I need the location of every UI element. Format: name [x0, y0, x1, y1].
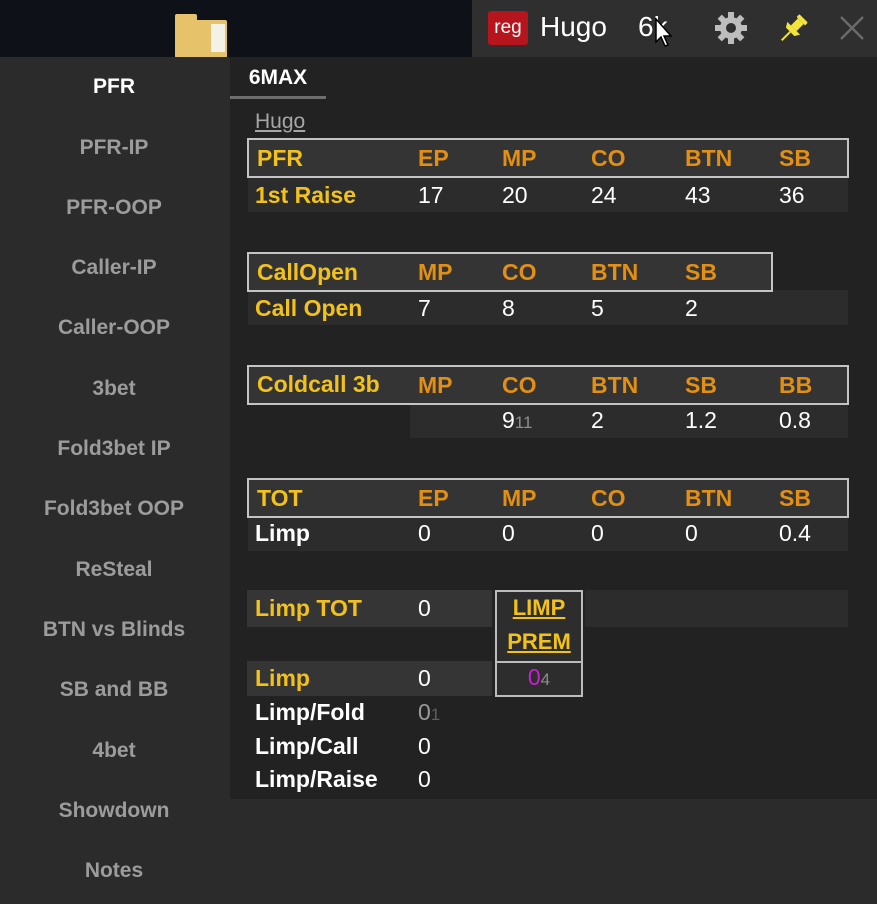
coldcall-co-sample: 11	[514, 413, 533, 432]
callopen-value: 7	[418, 295, 431, 321]
tab-6max[interactable]: 6MAX	[230, 63, 326, 99]
tot-header: EP	[418, 485, 449, 511]
callopen-title: CallOpen	[257, 259, 358, 285]
pfr-header: BTN	[685, 145, 733, 171]
coldcall-header: BB	[779, 372, 813, 398]
callopen-value: 8	[502, 295, 515, 321]
limp-prem-box: LIMP PREM 04	[495, 590, 583, 697]
folder-icon[interactable]	[175, 14, 227, 58]
pfr-value: 43	[685, 182, 711, 208]
limp-prem-sample: 4	[540, 670, 551, 689]
tot-value: 0	[502, 520, 515, 546]
limp-tot-stripe	[585, 590, 848, 627]
limp-call-label: Limp/Call	[255, 733, 359, 759]
tot-header-box	[247, 478, 849, 518]
sidebar-item-fold3bet-ip[interactable]: Fold3bet IP	[0, 437, 228, 461]
pfr-header: MP	[502, 145, 537, 171]
callopen-value: 2	[685, 295, 698, 321]
tot-header: BTN	[685, 485, 733, 511]
coldcall-value: 1.2	[685, 407, 717, 433]
callopen-header: CO	[502, 259, 537, 285]
sidebar-item-btn-vs-blinds[interactable]: BTN vs Blinds	[0, 618, 228, 642]
tot-title: TOT	[257, 485, 303, 511]
sidebar-item-resteal[interactable]: ReSteal	[0, 558, 228, 582]
sidebar-item-sb-and-bb[interactable]: SB and BB	[0, 678, 228, 702]
close-icon[interactable]	[837, 13, 867, 43]
pfr-header: EP	[418, 145, 449, 171]
reg-badge: reg	[488, 11, 528, 45]
coldcall-header: BTN	[591, 372, 639, 398]
pfr-value: 17	[418, 182, 444, 208]
coldcall-value: 0.8	[779, 407, 811, 433]
sidebar-item-pfr-oop[interactable]: PFR-OOP	[0, 196, 228, 220]
cursor-icon	[655, 18, 673, 47]
limp-prem-line1: LIMP	[512, 595, 566, 620]
limp-prem-divider	[497, 661, 581, 663]
callopen-header: SB	[685, 259, 717, 285]
limp-prem-value-cell: 04	[497, 664, 581, 691]
player-link[interactable]: Hugo	[255, 110, 305, 134]
sidebar-item-caller-ip[interactable]: Caller-IP	[0, 256, 228, 280]
tot-value: 0	[591, 520, 604, 546]
limp-fold-value: 0	[418, 699, 431, 725]
callopen-header: BTN	[591, 259, 639, 285]
sidebar: PFR PFR-IP PFR-OOP Caller-IP Caller-OOP …	[0, 57, 228, 904]
sidebar-item-notes[interactable]: Notes	[0, 859, 228, 883]
callopen-value: 5	[591, 295, 604, 321]
pfr-value: 36	[779, 182, 805, 208]
coldcall-header: SB	[685, 372, 717, 398]
player-name: Hugo	[540, 11, 607, 42]
limp-prem-line2: PREM	[507, 629, 571, 654]
pin-icon[interactable]	[775, 11, 811, 47]
limp-tot-label: Limp TOT	[255, 595, 362, 621]
limp-fold-sample: 1	[430, 705, 441, 724]
hud-header: reg Hugo 6k	[472, 0, 877, 57]
pfr-title: PFR	[257, 145, 303, 171]
tot-header: CO	[591, 485, 626, 511]
sidebar-item-pfr-ip[interactable]: PFR-IP	[0, 136, 228, 160]
tot-value: 0	[685, 520, 698, 546]
sidebar-item-showdown[interactable]: Showdown	[0, 799, 228, 823]
pfr-header: SB	[779, 145, 811, 171]
limp-prem-value: 0	[527, 664, 541, 690]
pfr-row-label: 1st Raise	[255, 182, 357, 208]
tot-value: 0.4	[779, 520, 811, 546]
pfr-header: CO	[591, 145, 626, 171]
sidebar-item-3bet[interactable]: 3bet	[0, 377, 228, 401]
pfr-value: 24	[591, 182, 617, 208]
limp-label: Limp	[255, 665, 310, 691]
limp-raise-label: Limp/Raise	[255, 766, 378, 792]
coldcall-co-value: 9	[502, 407, 515, 433]
sidebar-item-fold3bet-oop[interactable]: Fold3bet OOP	[0, 497, 228, 521]
tot-row-bg	[248, 516, 848, 551]
tot-value: 0	[418, 520, 431, 546]
limp-fold-label: Limp/Fold	[255, 699, 365, 725]
limp-tot-value: 0	[418, 595, 431, 621]
pfr-value: 20	[502, 182, 528, 208]
sidebar-item-pfr[interactable]: PFR	[0, 75, 228, 99]
limp-call-value: 0	[418, 733, 431, 759]
coldcall-title: Coldcall 3b	[257, 371, 380, 397]
tot-header: SB	[779, 485, 811, 511]
tot-row-label: Limp	[255, 520, 310, 546]
coldcall-value: 2	[591, 407, 604, 433]
limp-value: 0	[418, 665, 431, 691]
tot-header: MP	[502, 485, 537, 511]
sidebar-item-4bet[interactable]: 4bet	[0, 739, 228, 763]
coldcall-co-cell: 911	[502, 407, 532, 434]
sidebar-item-caller-oop[interactable]: Caller-OOP	[0, 316, 228, 340]
limp-raise-value: 0	[418, 766, 431, 792]
coldcall-header: MP	[418, 372, 453, 398]
coldcall-header: CO	[502, 372, 537, 398]
callopen-header: MP	[418, 259, 453, 285]
gear-icon[interactable]	[714, 11, 748, 45]
limp-fold-cell: 01	[418, 699, 440, 726]
callopen-row-label: Call Open	[255, 295, 363, 321]
pfr-header-box	[247, 138, 849, 178]
stats-panel: 6MAX Hugo PFR EP MP CO BTN SB 1st Raise …	[230, 57, 877, 799]
